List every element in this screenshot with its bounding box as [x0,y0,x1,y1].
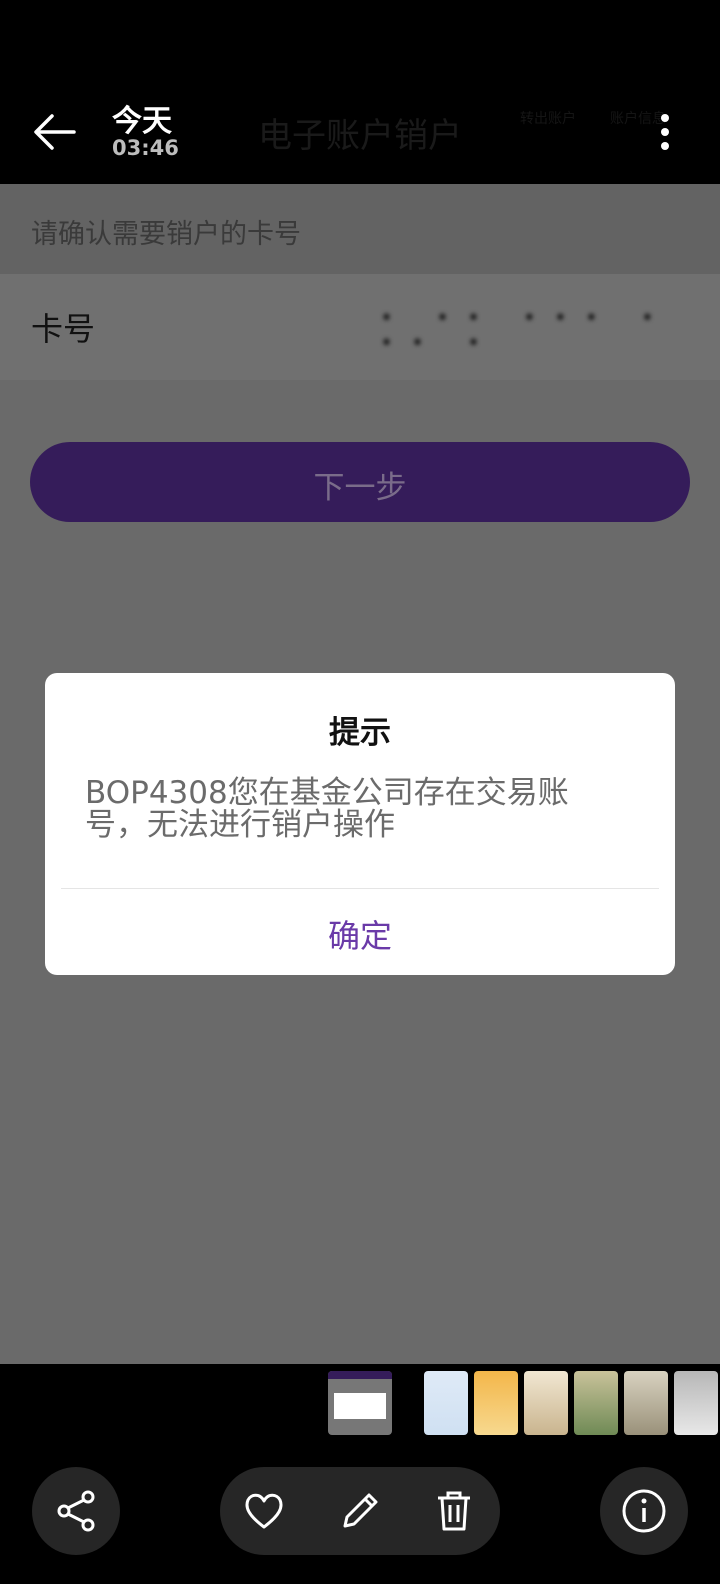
alert-dialog: 提示 BOP4308您在基金公司存在交易账号，无法进行销户操作 确定 [45,673,675,975]
trash-icon[interactable] [430,1487,478,1535]
section-hint-text: 请确认需要销户的卡号 [31,219,301,250]
thumbnail[interactable] [424,1371,468,1435]
card-label: 卡号 [31,310,96,348]
more-vert-icon[interactable] [640,110,690,154]
thumbnail[interactable] [624,1371,668,1435]
viewer-top-bar: 今天 03:46 电子账户销户 转出账户 账户信息 [0,0,720,184]
info-button[interactable] [600,1467,688,1555]
thumbnail-current[interactable] [328,1371,392,1435]
dialog-divider [61,888,659,889]
screenshot-content: 请确认需要销户的卡号 卡号 • •• ••• • •• • 下一步 提示 BOP… [0,184,720,1364]
share-icon [57,1490,95,1532]
thumbnail-strip [0,1364,720,1446]
thumbnail[interactable] [474,1371,518,1435]
action-pill [220,1467,500,1555]
section-hint: 请确认需要销户的卡号 [0,184,720,274]
card-number-row[interactable]: 卡号 • •• ••• • •• • [0,274,720,380]
info-icon [622,1489,666,1533]
next-step-label: 下一步 [313,470,407,506]
dialog-ok-button[interactable]: 确定 [45,911,675,957]
thumbnail[interactable] [524,1371,568,1435]
heart-icon[interactable] [240,1487,288,1535]
back-arrow-icon[interactable] [30,108,82,156]
viewer-toolbar [0,1446,720,1584]
photo-date-label: 今天 [112,104,172,139]
dialog-title: 提示 [329,715,391,751]
dialog-message: BOP4308您在基金公司存在交易账号，无法进行销户操作 [85,775,569,843]
photo-time-label: 03:46 [112,136,179,160]
header-ghost-a: 转出账户 [520,111,576,127]
edit-pencil-icon[interactable] [336,1487,384,1535]
app-title: 电子账户销户 [258,116,462,156]
share-button[interactable] [32,1467,120,1555]
card-number-masked: • •• ••• • •• • [380,306,672,356]
thumbnail[interactable] [674,1371,718,1435]
thumbnail[interactable] [574,1371,618,1435]
next-step-button[interactable]: 下一步 [30,442,690,522]
